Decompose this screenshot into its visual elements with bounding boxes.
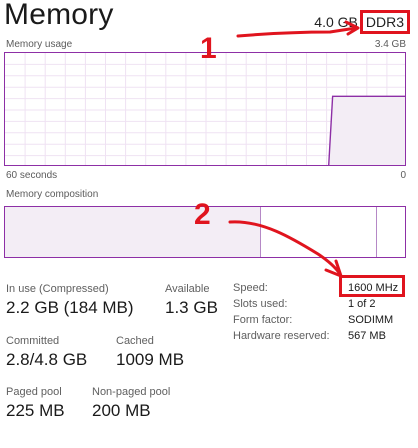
paged-pool-value: 225 MB [6, 401, 65, 420]
cached-value: 1009 MB [116, 350, 185, 369]
memory-usage-graph [4, 52, 406, 166]
available-value: 1.3 GB [165, 298, 218, 317]
memory-capacity: 4.0 GB [314, 14, 358, 30]
page-title: Memory [4, 0, 114, 31]
detail-value-form-factor: SODIMM [348, 314, 394, 326]
non-paged-pool-value: 200 MB [92, 401, 151, 420]
committed-label: Committed [6, 335, 60, 347]
available-label: Available [165, 283, 210, 295]
graph-min-label: 0 [400, 170, 406, 181]
composition-in-use-segment [5, 207, 261, 257]
detail-key-slots: Slots used: [233, 298, 288, 310]
memory-usage-chart [5, 53, 405, 165]
memory-composition-bar [4, 206, 406, 258]
memory-usage-label: Memory usage [6, 39, 73, 50]
detail-value-hardware-reserved: 567 MB [348, 330, 386, 342]
non-paged-pool-label: Non-paged pool [92, 386, 171, 398]
speed-highlight-box [339, 275, 405, 297]
detail-row-slots: Slots used: 1 of 2 [233, 296, 413, 312]
graph-time-label: 60 seconds [6, 170, 58, 181]
detail-value-slots: 1 of 2 [348, 298, 376, 310]
composition-standby-segment [261, 207, 377, 257]
detail-row-form-factor: Form factor: SODIMM [233, 312, 413, 328]
in-use-label: In use (Compressed) [6, 283, 109, 295]
memory-composition-label: Memory composition [6, 189, 99, 200]
usage-area [328, 96, 405, 165]
detail-key-speed: Speed: [233, 282, 268, 294]
in-use-value: 2.2 GB (184 MB) [6, 298, 134, 317]
memory-type: DDR3 [359, 10, 410, 34]
hardware-details: Speed: 1600 MHz Slots used: 1 of 2 Form … [233, 275, 413, 344]
memory-usage-max: 3.4 GB [374, 39, 406, 50]
memory-spec: 4.0 GB DDR3 [314, 10, 410, 34]
detail-key-form-factor: Form factor: [233, 314, 293, 326]
paged-pool-label: Paged pool [6, 386, 62, 398]
cached-label: Cached [116, 335, 154, 347]
detail-key-hardware-reserved: Hardware reserved: [233, 330, 330, 342]
committed-value: 2.8/4.8 GB [6, 350, 88, 369]
detail-row-speed: Speed: 1600 MHz [233, 275, 413, 297]
detail-row-hardware-reserved: Hardware reserved: 567 MB [233, 328, 413, 344]
composition-free-segment [377, 207, 405, 257]
